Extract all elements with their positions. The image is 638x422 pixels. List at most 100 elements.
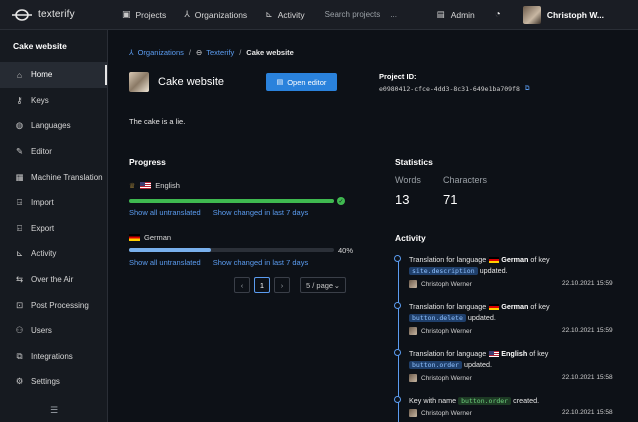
sidebar-collapse-icon[interactable]: ☰ [50,405,58,416]
activity-pre: Translation for language [409,255,487,264]
flag-us-icon [140,182,152,189]
activity-mid: of key [530,255,550,264]
show-all-untranslated-link[interactable]: Show all untranslated [129,258,201,267]
activity-lang: English [501,349,528,358]
prev-page-button[interactable]: ‹ [234,277,250,293]
show-changed-link[interactable]: Show changed in last 7 days [213,208,308,217]
page-title: Cake website [158,76,225,88]
nav-activity[interactable]: ⊾ Activity [265,0,304,30]
show-all-untranslated-link[interactable]: Show all untranslated [129,208,201,217]
user-menu[interactable]: Christoph W... [522,5,604,24]
activity-key[interactable]: site.description [409,267,478,275]
activity-pre: Key with name [409,396,457,405]
sidebar-item-label: Export [31,223,55,233]
brand[interactable]: texterify [0,0,108,30]
search-placeholder: Search projects [324,10,381,19]
progress-heading: Progress [129,157,166,167]
sidebar-item-post-processing[interactable]: ⊡ Post Processing [0,292,107,318]
sidebar-item-keys[interactable]: ⚷ Keys [0,88,107,114]
complete-check-icon: ✓ [337,197,345,205]
activity-heading: Activity [395,233,426,243]
activity-key[interactable]: button.order [409,361,462,369]
activity-mid: of key [529,349,549,358]
sidebar-item-label: Editor [31,147,52,157]
ota-icon: ⇆ [15,274,24,285]
users-icon: ⚇ [15,325,24,336]
sidebar-item-home[interactable]: ⌂ Home [0,62,107,88]
progress-bar-english [129,199,334,203]
sidebar-item-machine-translation[interactable]: ▦ Machine Translation [0,164,107,190]
post-processing-icon: ⊡ [15,299,24,310]
nav-activity-label: Activity [277,9,305,20]
language-german: German [129,233,171,242]
import-icon: ⍈ [16,197,23,208]
activity-time: 22.10.2021 15:58 [562,374,613,381]
activity-author: Christoph Werner [409,409,472,417]
activity-author: Christoph Werner [409,374,472,382]
activity-text: Translation for language German of key bu… [409,301,559,324]
project-id-label: Project ID: [379,72,417,81]
sidebar-item-settings[interactable]: ⚙ Settings [0,369,107,395]
nav-organizations[interactable]: ⅄ Organizations [184,0,247,30]
sidebar-item-languages[interactable]: ◍ Languages [0,113,107,139]
sidebar-item-label: Integrations [31,351,73,361]
per-page-select[interactable]: 5 / page ⌄ [300,277,346,293]
activity-time: 22.10.2021 15:59 [562,327,613,334]
theme-toggle-icon[interactable]: ◔ [495,9,501,20]
flag-us-icon [489,351,500,358]
activity-lang: German [501,255,529,264]
pencil-icon: ✎ [15,146,24,157]
sidebar-item-activity[interactable]: ⊾ Activity [0,241,107,267]
export-icon: ⍇ [16,222,23,233]
texterify-logo-icon [12,8,32,22]
sidebar-project-name: Cake website [13,41,67,51]
breadcrumb-organizations[interactable]: ⅄ Organizations [129,48,184,57]
characters-value: 71 [443,192,458,207]
activity-time: 22.10.2021 15:58 [562,409,613,416]
progress-bar-german [129,248,334,252]
language-name: German [144,233,172,242]
open-editor-button[interactable]: ▤ Open editor [266,73,337,91]
breadcrumb-org[interactable]: ⊖ Texterify [196,48,234,57]
nav-projects[interactable]: ▣ Projects [122,0,166,30]
search-input[interactable]: Search projects ... [325,10,425,19]
pagination: ‹ 1 › 5 / page ⌄ [234,277,346,293]
activity-key[interactable]: button.delete [409,314,466,322]
org-icon: ⊖ [195,48,203,57]
activity-post: updated. [463,360,492,369]
author-name: Christoph Werner [421,280,472,288]
progress-fill [129,199,334,203]
search-more-icon: ... [390,10,397,19]
base-language-icon: ♕ [129,182,136,190]
sidebar-item-users[interactable]: ⚇ Users [0,318,107,344]
main-content: ⅄ Organizations / ⊖ Texterify / Cake websi… [108,30,638,422]
sidebar-item-over-the-air[interactable]: ⇆ Over the Air [0,267,107,293]
nav-organizations-label: Organizations [194,9,248,20]
breadcrumb-org-label: Texterify [206,48,235,57]
next-page-button[interactable]: › [274,277,290,293]
copy-icon[interactable]: ⧉ [525,84,530,93]
breadcrumb-current: Cake website [246,48,294,57]
sidebar-item-integrations[interactable]: ⧉ Integrations [0,344,107,370]
german-links: Show all untranslated Show changed in la… [129,258,308,267]
activity-text: Translation for language German of key si… [409,254,559,277]
page-button[interactable]: 1 [254,277,270,293]
activity-author: Christoph Werner [409,280,472,288]
sidebar-item-label: Home [31,70,53,80]
author-name: Christoph Werner [421,374,472,382]
activity-key[interactable]: button.order [458,397,512,405]
sidebar-item-editor[interactable]: ✎ Editor [0,139,107,165]
language-name: English [155,181,180,190]
activity-pre: Translation for language [409,349,487,358]
breadcrumb-separator: / [239,48,242,57]
activity-chart-icon: ⊾ [265,9,273,19]
activity-icon: ⊾ [15,248,24,259]
sidebar-item-import[interactable]: ⍈ Import [0,190,107,216]
sidebar-item-export[interactable]: ⍇ Export [0,216,107,242]
per-page-value: 5 / page [306,280,334,290]
nav-admin[interactable]: ▤ Admin [437,9,475,20]
activity-text: Key with name button.order created. [409,395,559,407]
show-changed-link[interactable]: Show changed in last 7 days [213,258,308,267]
integrations-icon: ⧉ [16,350,23,361]
german-percent: 40% [338,246,354,255]
